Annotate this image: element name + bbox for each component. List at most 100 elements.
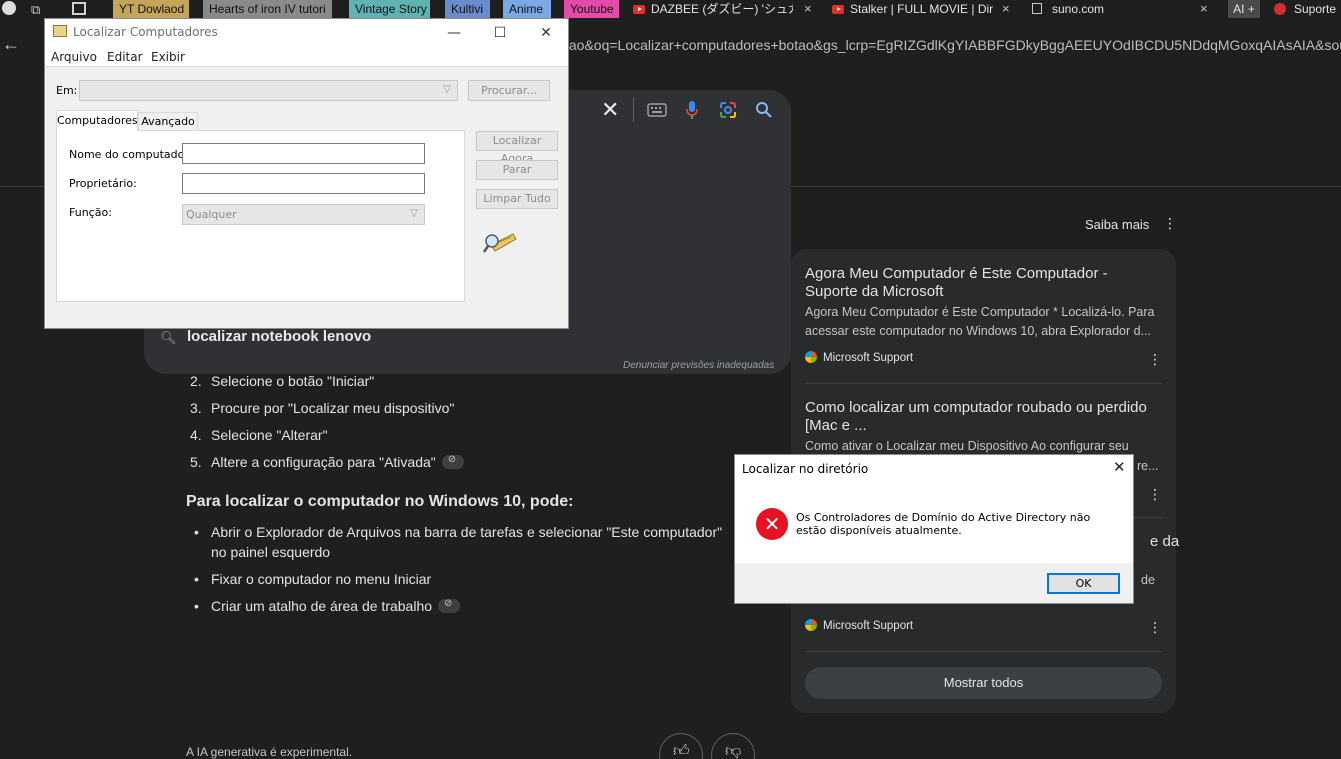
microsoft-logo-icon xyxy=(805,351,817,363)
ok-button[interactable]: OK xyxy=(1047,573,1120,594)
tab-suporte[interactable]: Suporte xyxy=(1274,0,1341,18)
source-title[interactable]: Como localizar um computador roubado ou … xyxy=(805,399,1160,435)
list-item-continuation: no painel esquerdo xyxy=(211,544,331,560)
close-tab-icon[interactable]: × xyxy=(804,0,812,18)
microphone-icon[interactable] xyxy=(685,100,699,120)
dialog-title: Localizar no diretório xyxy=(742,462,869,476)
window-titlebar[interactable]: Localizar Computadores — ☐ ✕ xyxy=(45,19,568,47)
tab-label: Stalker | FULL MOVIE | Dir xyxy=(850,2,994,16)
source-title[interactable]: Agora Meu Computador é Este Computador -… xyxy=(805,265,1160,301)
thumbs-down-icon: 👎︎ xyxy=(725,743,742,759)
find-computers-window: Localizar Computadores — ☐ ✕ Arquivo Edi… xyxy=(44,18,569,329)
clear-all-button[interactable]: Limpar Tudo xyxy=(476,189,558,209)
tab-suno[interactable]: suno.com xyxy=(1032,0,1152,18)
tab-computadores[interactable]: Computadores xyxy=(56,110,138,131)
thumbs-up-icon: 👍︎ xyxy=(673,743,690,759)
bookmark-youtube[interactable]: Youtube xyxy=(564,0,619,18)
role-select[interactable]: Qualquer ▽ xyxy=(182,204,425,225)
chevron-down-icon: ▽ xyxy=(410,208,418,219)
bullet-text: Criar um atalho de área de trabalho xyxy=(211,598,433,614)
source-site[interactable]: Microsoft Support xyxy=(805,351,913,364)
browser-logo-icon[interactable] xyxy=(2,1,16,15)
microsoft-logo-icon xyxy=(805,619,817,631)
thumbs-up-button[interactable]: 👍︎ xyxy=(659,733,703,759)
divider xyxy=(805,383,1162,384)
tab-avancado[interactable]: Avançado xyxy=(138,112,198,131)
bullet-text: Fixar o computador no menu Iniciar xyxy=(211,571,432,587)
source-title-partial[interactable]: e da xyxy=(1150,533,1179,550)
thumbs-down-button[interactable]: 👎︎ xyxy=(711,733,755,759)
list-item: Abrir o Explorador de Arquivos na barra … xyxy=(194,524,722,540)
computer-name-input[interactable] xyxy=(182,143,425,164)
search-suggestion-icon: 🔍︎ xyxy=(160,330,177,345)
show-all-button[interactable]: Mostrar todos xyxy=(805,667,1162,699)
step-text: Selecione "Alterar" xyxy=(211,427,328,443)
menu-arquivo[interactable]: Arquivo xyxy=(51,50,97,64)
menu-exibir[interactable]: Exibir xyxy=(151,50,185,64)
google-lens-icon[interactable] xyxy=(719,101,737,119)
source-snippet: Agora Meu Computador é Este Computador *… xyxy=(805,305,1155,338)
bookmark-hearts-of-iron[interactable]: Hearts of iron IV tutori xyxy=(203,0,332,18)
step-text: Procure por "Localizar meu dispositivo" xyxy=(211,400,455,416)
find-now-button[interactable]: Localizar Agora xyxy=(476,131,558,165)
site-icon xyxy=(1274,3,1286,15)
minimize-icon[interactable]: — xyxy=(443,22,465,44)
page-icon xyxy=(1032,3,1042,14)
error-icon: ✕ xyxy=(756,508,788,540)
search-icon[interactable] xyxy=(755,101,773,119)
tab-stalker[interactable]: Stalker | FULL MOVIE | Dir xyxy=(832,0,994,18)
tab-label: DAZBEE (ダズビー) 'シュガー xyxy=(651,2,793,16)
menu-editar[interactable]: Editar xyxy=(107,50,143,64)
source-menu-icon[interactable]: ⋮ xyxy=(1148,351,1162,368)
stop-button[interactable]: Parar xyxy=(476,160,558,180)
computer-name-label: Nome do computador: xyxy=(69,148,193,161)
tab-dazbee[interactable]: DAZBEE (ダズビー) 'シュガー xyxy=(633,0,793,18)
browse-button[interactable]: Procurar... xyxy=(468,80,550,101)
search-suggestion[interactable]: localizar notebook lenovo xyxy=(187,328,371,345)
source-link-icon[interactable] xyxy=(441,454,464,469)
step-number: 2. xyxy=(190,373,202,389)
source-link-icon[interactable] xyxy=(438,598,461,613)
in-location-select[interactable]: ▽ xyxy=(79,80,458,101)
source-site[interactable]: Microsoft Support xyxy=(805,619,913,632)
source-menu-icon[interactable]: ⋮ xyxy=(1148,486,1162,503)
close-icon[interactable]: ✕ xyxy=(1113,458,1126,476)
close-icon[interactable]: ✕ xyxy=(535,22,557,44)
clear-search-icon[interactable]: ✕ xyxy=(601,97,619,123)
report-predictions-link[interactable]: Denunciar previsões inadequadas xyxy=(623,360,774,371)
back-arrow-icon[interactable]: ← xyxy=(2,34,20,55)
tab-label: Suporte xyxy=(1294,2,1337,16)
tab-actions-icon[interactable] xyxy=(72,2,86,15)
close-tab-icon[interactable]: × xyxy=(1200,0,1208,18)
bookmark-yt-dowlaod[interactable]: YT Dowlaod xyxy=(113,0,189,18)
bookmark-kultivi[interactable]: Kultivi xyxy=(445,0,490,18)
source-snippet-partial: de xyxy=(1141,573,1155,587)
more-options-icon[interactable]: ⋮ xyxy=(1163,215,1177,232)
window-title: Localizar Computadores xyxy=(73,25,218,39)
source-menu-icon[interactable]: ⋮ xyxy=(1148,619,1162,636)
maximize-icon[interactable]: ☐ xyxy=(489,22,511,44)
bookmark-anime[interactable]: Anime xyxy=(503,0,551,18)
source-site-name: Microsoft Support xyxy=(823,620,914,632)
list-item: 4. Selecione "Alterar" xyxy=(190,427,328,443)
list-item: Criar um atalho de área de trabalho xyxy=(194,598,461,614)
list-item: 2. Selecione o botão "Iniciar" xyxy=(190,373,374,389)
ai-disclaimer: A IA generativa é experimental. xyxy=(186,745,353,759)
divider xyxy=(805,651,1162,652)
close-tab-icon[interactable]: × xyxy=(1002,0,1010,18)
bookmarks-bar: ⧉ YT Dowlaod Hearts of iron IV tutori Vi… xyxy=(0,0,1341,18)
learn-more-label[interactable]: Saiba mais xyxy=(1085,217,1149,232)
tab-ai[interactable]: AI + xyxy=(1228,0,1260,18)
directory-error-dialog: Localizar no diretório ✕ ✕ Os Controlado… xyxy=(734,454,1134,604)
bookmark-vintage-story[interactable]: Vintage Story xyxy=(349,0,430,18)
keyboard-icon[interactable] xyxy=(647,103,667,117)
chevron-down-icon: ▽ xyxy=(443,84,451,95)
source-site-name: Microsoft Support xyxy=(823,352,914,364)
source-snippet-continuation: re... xyxy=(1137,459,1159,473)
workspaces-icon[interactable]: ⧉ xyxy=(31,2,40,18)
url-text[interactable]: tao&oq=Localizar+computadores+botao&gs_l… xyxy=(565,37,1341,53)
owner-input[interactable] xyxy=(182,173,425,194)
dialog-footer: OK xyxy=(735,563,1133,603)
menu-bar: Arquivo Editar Exibir xyxy=(45,47,568,67)
role-label: Função: xyxy=(69,206,112,219)
